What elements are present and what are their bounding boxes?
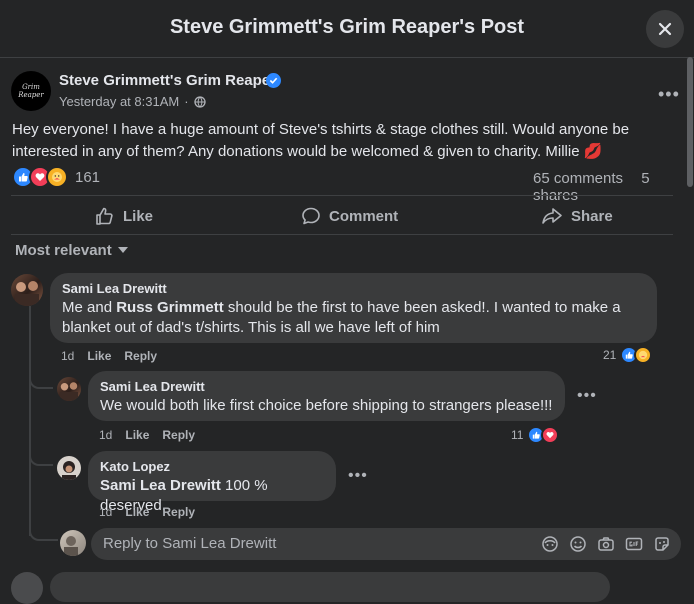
share-icon	[542, 208, 562, 224]
more-icon: •••	[577, 387, 597, 404]
mention-link[interactable]: Russ Grimmett	[116, 299, 224, 316]
close-icon	[658, 22, 672, 36]
avatar[interactable]	[11, 274, 43, 306]
reply-author[interactable]: Sami Lea Drewitt	[100, 379, 553, 394]
comment-time[interactable]: 1d	[61, 349, 74, 363]
scrollbar[interactable]	[687, 57, 693, 187]
more-icon: •••	[658, 84, 680, 104]
dialog-header: Steve Grimmett's Grim Reaper's Post	[0, 0, 694, 58]
reply-like-button[interactable]: Like	[125, 505, 149, 519]
post-reactions[interactable]: 161	[12, 166, 100, 188]
share-label: Share	[571, 207, 613, 225]
reply-more-button[interactable]: •••	[577, 387, 597, 405]
photo-button[interactable]	[597, 535, 615, 553]
sticker-button[interactable]	[653, 535, 671, 553]
reply-bubble: Kato Lopez Sami Lea Drewitt 100 % deserv…	[88, 451, 336, 514]
post-meta: Yesterday at 8:31AM ·	[59, 94, 206, 109]
gif-button[interactable]	[625, 535, 643, 553]
reply-text: We would both like first choice before s…	[100, 397, 553, 414]
comment-reactions[interactable]: 21	[603, 346, 653, 364]
reply-like-button[interactable]: Like	[125, 428, 149, 442]
avatar-icon	[64, 536, 78, 556]
current-user-avatar[interactable]	[60, 530, 86, 556]
avatar-sticker-icon	[542, 536, 558, 552]
sort-dropdown[interactable]: Most relevant	[15, 242, 128, 259]
reaction-count: 161	[75, 168, 101, 186]
reply-bubble: Sami Lea Drewitt We would both like firs…	[88, 371, 565, 421]
reply-input[interactable]: Reply to Sami Lea Drewitt	[91, 528, 681, 560]
caret-down-icon	[117, 247, 128, 253]
reply-time[interactable]: 1d	[99, 505, 112, 519]
comment-text: Me and Russ Grimmett should be the first…	[62, 299, 621, 336]
globe-icon	[193, 95, 206, 108]
reply-reply-button[interactable]: Reply	[162, 505, 195, 519]
avatar-sticker-button[interactable]	[541, 535, 559, 553]
reply-reactions[interactable]: 11	[511, 426, 560, 444]
comment-icon	[302, 207, 320, 225]
emoji-icon	[570, 536, 586, 552]
mention-link[interactable]: Sami Lea Drewitt	[100, 477, 221, 494]
gif-icon	[625, 537, 643, 551]
verified-icon	[269, 77, 278, 84]
avatar[interactable]	[57, 377, 81, 401]
comment-reply-button[interactable]: Reply	[124, 349, 157, 363]
like-icon	[96, 207, 113, 225]
love-reaction-icon	[541, 426, 560, 444]
thread-connector	[29, 450, 53, 466]
divider	[11, 234, 673, 235]
post-time[interactable]: Yesterday at 8:31AM	[59, 94, 179, 109]
reply-actions: 1d Like Reply	[99, 428, 195, 442]
reply-placeholder: Reply to Sami Lea Drewitt	[103, 535, 277, 552]
reply-actions: 1d Like Reply	[99, 505, 195, 519]
page-avatar[interactable]: Grim Reaper	[11, 71, 51, 111]
reply-more-button[interactable]: •••	[348, 467, 368, 485]
thread-line	[29, 306, 31, 536]
comment-author[interactable]: Sami Lea Drewitt	[62, 281, 645, 296]
thread-connector	[29, 525, 58, 541]
thread-connector	[29, 373, 53, 389]
avatar-icon	[15, 281, 39, 306]
reply-reaction-count: 11	[511, 428, 524, 442]
comment-reaction-count: 21	[603, 348, 617, 362]
sticker-icon	[655, 537, 669, 551]
comment-count[interactable]: 65 comments	[533, 170, 623, 187]
like-label: Like	[123, 207, 154, 225]
close-button[interactable]	[646, 10, 684, 48]
reply-reply-button[interactable]: Reply	[162, 428, 195, 442]
more-icon: •••	[348, 467, 368, 484]
avatar-icon	[60, 382, 78, 401]
comment-like-button[interactable]: Like	[87, 349, 111, 363]
avatar[interactable]	[57, 456, 81, 480]
care-reaction-icon	[46, 166, 68, 188]
post-stats: 65 comments 5 shares	[533, 170, 694, 204]
reply-author[interactable]: Kato Lopez	[100, 459, 324, 474]
care-reaction-icon	[634, 346, 653, 364]
post-author[interactable]: Steve Grimmett's Grim Reaper	[59, 72, 276, 89]
share-button[interactable]: Share	[541, 205, 613, 227]
dialog-title: Steve Grimmett's Grim Reaper's Post	[169, 16, 525, 38]
camera-icon	[598, 537, 614, 551]
comment-button[interactable]: Comment	[301, 205, 398, 227]
post-text: Hey everyone! I have a huge amount of St…	[12, 121, 630, 160]
reply-time[interactable]: 1d	[99, 428, 112, 442]
avatar-icon	[62, 461, 76, 480]
page-avatar-logo: Grim Reaper	[18, 83, 44, 99]
comment-label: Comment	[329, 207, 399, 225]
post-more-button[interactable]: •••	[658, 84, 680, 105]
verified-badge	[266, 73, 281, 88]
like-button[interactable]: Like	[95, 205, 153, 227]
comment-actions: 1d Like Reply	[61, 349, 157, 363]
comment-bubble: Sami Lea Drewitt Me and Russ Grimmett sh…	[50, 273, 657, 343]
emoji-button[interactable]	[569, 535, 587, 553]
sort-label: Most relevant	[15, 242, 112, 259]
composer-tools	[541, 535, 671, 553]
divider	[11, 195, 673, 196]
